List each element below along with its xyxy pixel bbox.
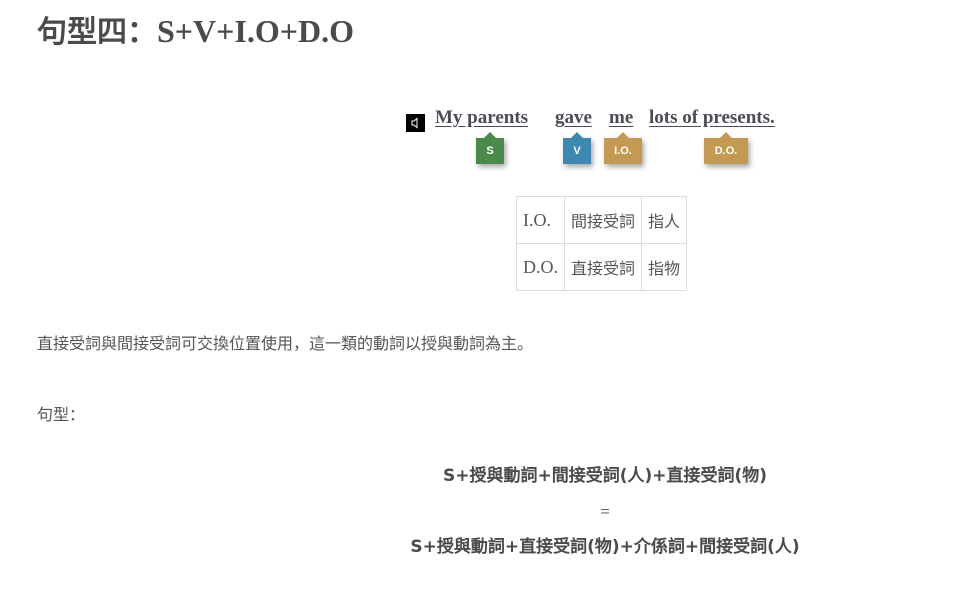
pattern-label: 句型：	[37, 405, 86, 424]
formula-equals: =	[600, 502, 610, 521]
table-cell-refers: 指物	[641, 243, 688, 291]
table-cell-name: 直接受詞	[563, 243, 643, 291]
table-cell-abbr: I.O.	[516, 196, 565, 244]
word-direct-object: lots of presents.	[649, 107, 775, 128]
table-row: I.O. 間接受詞 指人	[516, 196, 688, 244]
tag-direct-object: D.O.	[704, 132, 748, 164]
description-text: 直接受詞與間接受詞可交換位置使用，這一類的動詞以授與動詞為主。	[37, 334, 534, 353]
word-indirect-object: me	[609, 107, 634, 128]
table-cell-refers: 指人	[641, 196, 688, 244]
tag-indirect-object: I.O.	[604, 132, 642, 164]
table-cell-abbr: D.O.	[516, 243, 565, 291]
word-subject: My parents	[435, 107, 529, 128]
page-title-formula: S+V+I.O+D.O	[157, 13, 354, 49]
formula-first: S+授與動詞+間接受詞(人)+直接受詞(物)	[442, 466, 768, 486]
example-sentence: My parents gave me lots of presents. S V…	[406, 104, 826, 164]
definition-table: I.O. 間接受詞 指人 D.O. 直接受詞 指物	[516, 196, 688, 291]
formula-second: S+授與動詞+直接受詞(物)+介係詞+間接受詞(人)	[410, 537, 800, 557]
tag-verb: V	[563, 132, 591, 164]
tag-subject: S	[476, 132, 504, 164]
page-title: 句型四：S+V+I.O+D.O	[37, 10, 354, 54]
page-title-label: 句型四：	[37, 15, 157, 50]
table-row: D.O. 直接受詞 指物	[516, 243, 688, 291]
table-cell-name: 間接受詞	[563, 196, 643, 244]
word-verb: gave	[555, 107, 592, 128]
speaker-icon[interactable]	[406, 114, 425, 132]
